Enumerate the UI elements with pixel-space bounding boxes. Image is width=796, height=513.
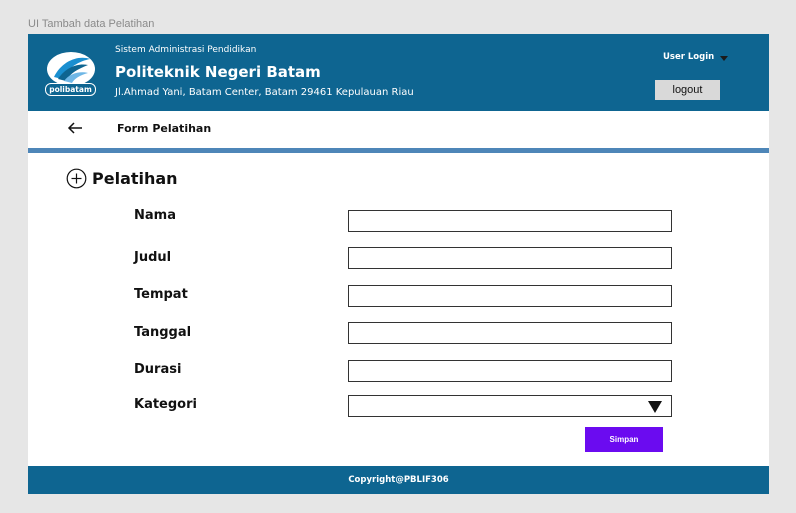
logo-text: polibatam bbox=[45, 83, 96, 96]
frame-label: UI Tambah data Pelatihan bbox=[28, 18, 155, 30]
system-subtitle: Sistem Administrasi Pendidikan bbox=[115, 45, 257, 55]
tanggal-input[interactable] bbox=[348, 322, 672, 344]
label-tanggal: Tanggal bbox=[134, 325, 192, 340]
kategori-select[interactable] bbox=[348, 395, 672, 417]
chevron-down-icon bbox=[720, 55, 729, 61]
tempat-input[interactable] bbox=[348, 285, 672, 307]
page-toolbar: Form Pelatihan bbox=[28, 111, 769, 148]
header: polibatam Sistem Administrasi Pendidikan… bbox=[28, 34, 769, 111]
label-kategori: Kategori bbox=[134, 397, 197, 412]
plus-circle-icon bbox=[66, 168, 87, 189]
user-login-menu[interactable]: User Login bbox=[663, 52, 729, 62]
section-title: Pelatihan bbox=[92, 169, 178, 188]
triangle-down-icon bbox=[648, 401, 662, 413]
label-nama: Nama bbox=[134, 208, 176, 223]
simpan-button[interactable]: Simpan bbox=[585, 427, 663, 452]
nama-input[interactable] bbox=[348, 210, 672, 232]
label-tempat: Tempat bbox=[134, 287, 188, 302]
institution-title: Politeknik Negeri Batam bbox=[115, 63, 321, 81]
user-login-label: User Login bbox=[663, 52, 715, 62]
page-title: Form Pelatihan bbox=[117, 122, 212, 135]
copyright-text: Copyright@PBLIF306 bbox=[348, 475, 449, 485]
arrow-left-icon[interactable] bbox=[66, 119, 84, 137]
judul-input[interactable] bbox=[348, 247, 672, 269]
durasi-input[interactable] bbox=[348, 360, 672, 382]
label-durasi: Durasi bbox=[134, 362, 182, 377]
label-judul: Judul bbox=[134, 250, 172, 265]
logout-button[interactable]: logout bbox=[655, 80, 720, 100]
section-header: Pelatihan bbox=[66, 168, 178, 189]
footer: Copyright@PBLIF306 bbox=[28, 466, 769, 494]
divider bbox=[28, 148, 769, 153]
app-window: polibatam Sistem Administrasi Pendidikan… bbox=[28, 34, 769, 494]
institution-address: Jl.Ahmad Yani, Batam Center, Batam 29461… bbox=[115, 87, 414, 98]
